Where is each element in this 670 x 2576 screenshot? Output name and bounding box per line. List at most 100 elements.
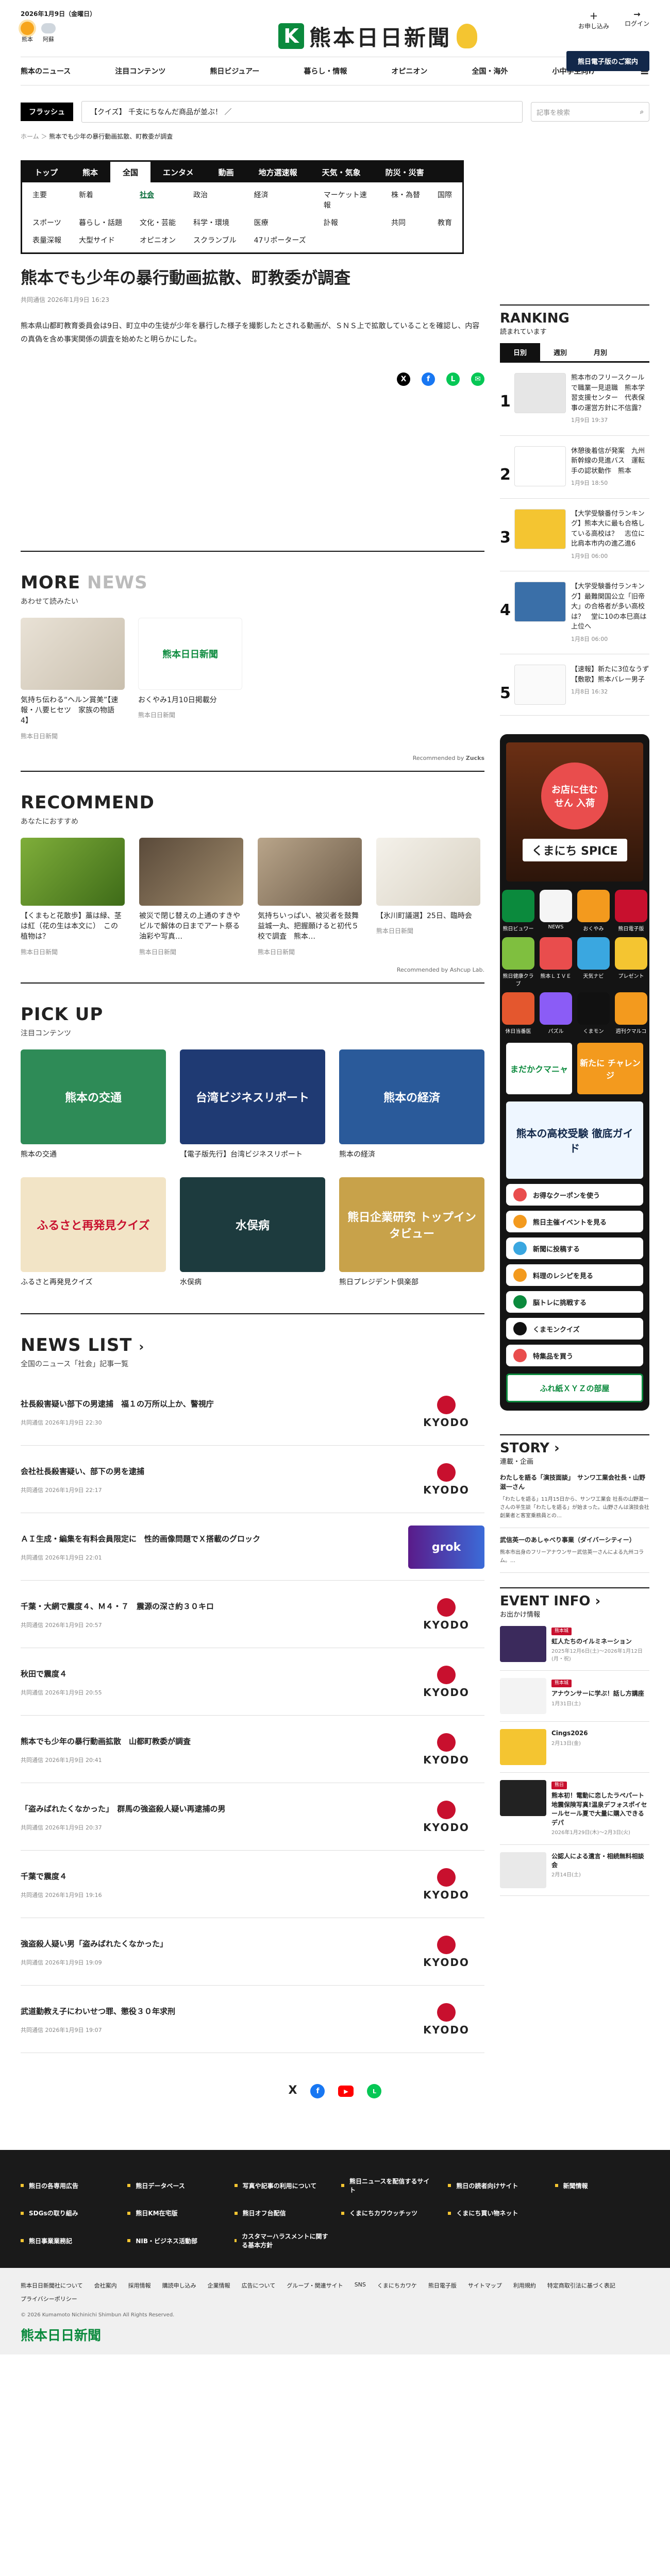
- promo-link[interactable]: 熊日主催イベントを見る: [506, 1211, 643, 1232]
- site-logo[interactable]: K 熊本日日新聞: [278, 22, 478, 50]
- tab-daily[interactable]: 日別: [500, 343, 541, 361]
- event-item[interactable]: 熊日 熊本初！電動に恋したラペパート地震保険写真!温泉デフォスポイセールセール夏で…: [500, 1773, 649, 1845]
- subcategory-link[interactable]: 主要: [32, 190, 61, 210]
- login-link[interactable]: → ログイン: [625, 9, 649, 30]
- pickup-card[interactable]: 熊日企業研究 トップインタビュー 熊日プレジデント倶楽部: [339, 1177, 484, 1287]
- signup-link[interactable]: ＋ お申し込み: [578, 9, 609, 30]
- footer-link[interactable]: 熊日ニュースを配信するサイト: [341, 2177, 435, 2194]
- subcategory-link[interactable]: 文化・芸能: [140, 217, 176, 228]
- flash-ticker[interactable]: 【クイズ】 千支にちなんだ商品が並ぶ！ ／: [81, 101, 523, 123]
- news-list-item[interactable]: 武道勤教え子にわいせつ罪、懲役３０年求刑 共同通信 2026年1月9日 19:07…: [21, 1986, 484, 2054]
- subcategory-link[interactable]: 国際: [438, 190, 452, 210]
- bottom-promo-banner[interactable]: ふれ紙ＸＹＺの部屋: [506, 1374, 643, 1402]
- news-list-item[interactable]: 「盗みばれたくなかった」 群馬の強盗殺人疑い再逮捕の男 共同通信 2026年1月9…: [21, 1783, 484, 1851]
- footer-sub-link[interactable]: グループ・関連サイト: [287, 2281, 343, 2290]
- event-item[interactable]: Cings2026 2月13日(金): [500, 1722, 649, 1773]
- gnav-item[interactable]: 注目コンテンツ: [115, 66, 165, 76]
- recommend-card[interactable]: 【くまもと花散歩】藁は緑、茎は紅（花の生は本文に） この植物は？ 熊本日日新聞: [21, 837, 125, 956]
- line-icon[interactable]: L: [367, 2084, 382, 2099]
- recommend-card[interactable]: 【氷川町議選】25日、臨時会 熊本日日新聞: [376, 837, 480, 956]
- line-icon[interactable]: L: [446, 372, 460, 386]
- subcategory-link[interactable]: 経済: [254, 190, 306, 210]
- pickup-card[interactable]: ふるさと再発見クイズ ふるさと再発見クイズ: [21, 1177, 166, 1287]
- category-tab[interactable]: 防災・災害: [373, 162, 437, 182]
- search-input[interactable]: 記事を検索: [537, 107, 570, 117]
- ranking-item[interactable]: 5 【速報】新たに3位なうず【敷歌】熊本バレー男子 1月8日 16:32: [500, 654, 649, 716]
- subcategory-link[interactable]: 共同: [391, 217, 420, 228]
- gnav-item[interactable]: 暮らし・情報: [304, 66, 347, 76]
- school-guide-banner[interactable]: 熊本の高校受験 徹底ガイド: [506, 1101, 643, 1179]
- service-tile[interactable]: パズル: [540, 992, 572, 1035]
- footer-sub-link[interactable]: 購読申し込み: [162, 2281, 196, 2290]
- promo-link[interactable]: 新聞に投稿する: [506, 1238, 643, 1259]
- category-tab[interactable]: エンタメ: [150, 162, 206, 182]
- footer-link[interactable]: 熊日データベース: [127, 2177, 222, 2194]
- weather-widget[interactable]: 熊本 阿蘇: [21, 22, 56, 43]
- facebook-icon[interactable]: f: [422, 372, 435, 386]
- gnav-item[interactable]: 熊日ビジュアー: [210, 66, 259, 76]
- mail-icon[interactable]: ✉: [471, 372, 484, 386]
- news-list-item[interactable]: 会社社長殺害疑い、部下の男を逮捕 共同通信 2026年1月9日 22:17 KYOD…: [21, 1446, 484, 1514]
- recommend-provider[interactable]: Recommended by Zucks: [21, 755, 484, 761]
- footer-sub-link[interactable]: 会社案内: [94, 2281, 117, 2290]
- x-icon[interactable]: X: [289, 2084, 297, 2098]
- subcategory-link[interactable]: 医療: [254, 217, 306, 228]
- footer-sub-link[interactable]: 採用情報: [128, 2281, 151, 2290]
- news-list-item[interactable]: 千葉で震度４ 共同通信 2026年1月9日 19:16 KYODO: [21, 1851, 484, 1919]
- service-tile[interactable]: 熊日電子版: [615, 890, 647, 932]
- service-tile[interactable]: NEWS: [540, 890, 572, 932]
- footer-link[interactable]: 熊日オフ台配信: [234, 2209, 329, 2217]
- subcategory-link[interactable]: 大型サイド: [79, 235, 122, 245]
- news-list-item[interactable]: 熊本でも少年の暴行動画拡散 山都町教委が調査 共同通信 2026年1月9日 20:…: [21, 1716, 484, 1784]
- promo-link[interactable]: 特集品を買う: [506, 1345, 643, 1366]
- x-icon[interactable]: X: [397, 372, 410, 386]
- ranking-item[interactable]: 4 【大学受験番付ランキング】最難関国公立「旧帝大」の合格者が多い高校は？ 堂に1…: [500, 571, 649, 654]
- subcategory-link[interactable]: 教育: [438, 217, 452, 228]
- pickup-card[interactable]: 水俣病 水俣病: [180, 1177, 325, 1287]
- kids-banner[interactable]: まだかクマニャ: [506, 1043, 572, 1094]
- event-item[interactable]: 熊本城 アナウンサーに学ぶ！話し方講座 1月31日(土): [500, 1671, 649, 1722]
- service-tile[interactable]: 熊日健康クラブ: [502, 937, 534, 987]
- footer-link[interactable]: SDGsの取り組み: [21, 2209, 115, 2217]
- subcategory-link[interactable]: マーケット速報: [324, 190, 374, 210]
- pickup-card[interactable]: 台湾ビジネスリポート 【電子版先行】台湾ビジネスリポート: [180, 1049, 325, 1160]
- footer-link[interactable]: 写真や記事の利用について: [234, 2177, 329, 2194]
- footer-sub-link[interactable]: SNS: [355, 2281, 366, 2290]
- story-item[interactable]: わたしを語る「演技面談」 サンワ工業会社長・山野滋一さん 「わたしを語る」11月1…: [500, 1466, 649, 1528]
- pickup-card[interactable]: 熊本の経済 熊本の経済: [339, 1049, 484, 1160]
- recommend-card[interactable]: 気持ちいっぱい、被災者を鼓舞 益城一丸、把握願けると初代５校で調査 熊本… 熊本日…: [258, 837, 366, 956]
- more-news-card[interactable]: 気持ち伝わる“ヘルン賞美”【速報・八要ヒセツ 家族の物語 4】 熊本日日新聞: [21, 617, 125, 740]
- footer-sub-link[interactable]: サイトマップ: [468, 2281, 502, 2290]
- pickup-card[interactable]: 熊本の交通 熊本の交通: [21, 1049, 166, 1160]
- service-tile[interactable]: 週刊クマルコ: [615, 992, 647, 1035]
- youtube-icon[interactable]: ▶: [338, 2086, 354, 2097]
- news-list-item[interactable]: 強盗殺人疑い男「盗みばれたくなかった」 共同通信 2026年1月9日 19:09 K…: [21, 1918, 484, 1986]
- promo-link[interactable]: 料理のレシピを見る: [506, 1264, 643, 1286]
- breadcrumb-home[interactable]: ホーム: [21, 133, 39, 140]
- subcategory-link[interactable]: 政治: [193, 190, 237, 210]
- more-news-card[interactable]: 熊本日日新聞 おくやみ1月10日掲載分 熊本日日新聞: [138, 617, 242, 740]
- subcategory-link[interactable]: 表量深報: [32, 235, 61, 245]
- footer-sub-link[interactable]: 利用規約: [513, 2281, 536, 2290]
- service-tile[interactable]: 熊本ＬＩＶＥ: [540, 937, 572, 987]
- ranking-item[interactable]: 2 休憩後着信が発案 九州新幹線の見進バス 運転手の認状動作 熊本 1月9日 18:…: [500, 436, 649, 499]
- event-item[interactable]: 公認人による遺言・相続無料相談会 2月14日(土): [500, 1845, 649, 1896]
- subcategory-link[interactable]: 新着: [79, 190, 122, 210]
- service-tile[interactable]: プレゼント: [615, 937, 647, 987]
- subcategory-link[interactable]: オピニオン: [140, 235, 176, 245]
- subcategory-link[interactable]: スポーツ: [32, 217, 61, 228]
- search-box[interactable]: 記事を検索 ⌕: [531, 102, 649, 122]
- ranking-item[interactable]: 3 【大学受験番付ランキング】熊本大に最も合格している高校は？ 志位に比肩本市内の…: [500, 499, 649, 571]
- digital-edition-button[interactable]: 熊日電子版のご案内: [566, 51, 649, 71]
- footer-sub-link[interactable]: プライバシーポリシー: [21, 2295, 77, 2303]
- facebook-icon[interactable]: f: [310, 2084, 325, 2099]
- category-tab[interactable]: 天気・気象: [310, 162, 373, 182]
- event-item[interactable]: 熊本城 虹人たちのイルミネーション 2025年12月6日(土)〜2026年1月12日…: [500, 1619, 649, 1671]
- recommend-card[interactable]: 被災で閉じ替えの上通のすきやビルで解体の日までアート祭る 油彩や写真… 熊本日日新…: [139, 837, 247, 956]
- footer-link[interactable]: 熊日KM在宅版: [127, 2209, 222, 2217]
- footer-link[interactable]: 熊日事業業務記: [21, 2232, 115, 2249]
- footer-link[interactable]: くまにちカワウッチッツ: [341, 2209, 435, 2217]
- subcategory-link[interactable]: 訃報: [324, 217, 374, 228]
- promo-link[interactable]: くまモンクイズ: [506, 1318, 643, 1340]
- footer-link[interactable]: くまにち買い物ネット: [448, 2209, 542, 2217]
